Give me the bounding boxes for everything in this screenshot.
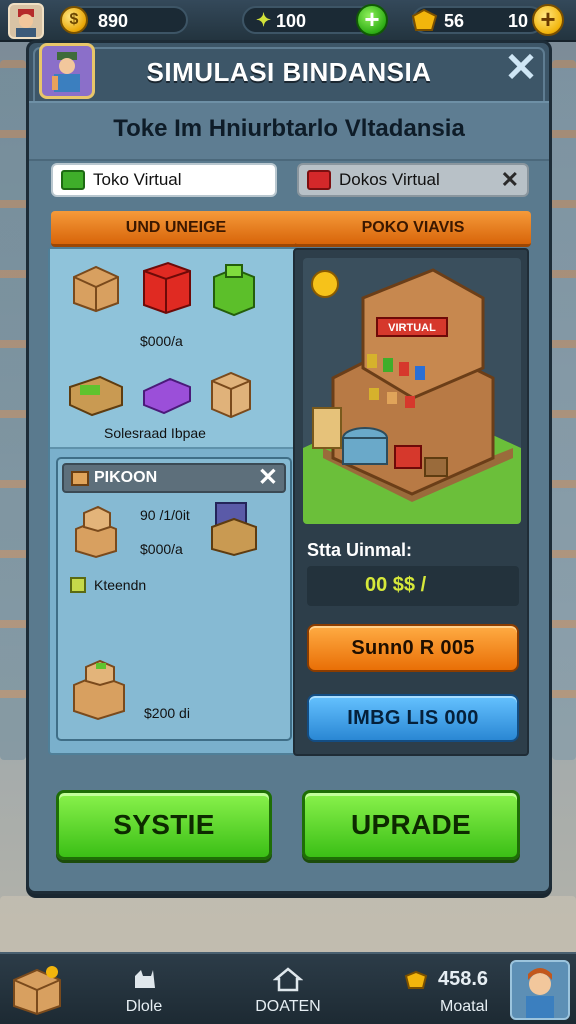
order-sub-panel: PIKOON ✕ 90 /1/0it $000/a Kteendn $200 d… (56, 457, 292, 741)
order-price: $000/a (140, 541, 183, 557)
orange-action-button[interactable]: Sunn0 R 005 (307, 624, 519, 672)
store-name-value: Toko Virtual (93, 170, 182, 189)
box-stack-icon[interactable] (68, 655, 130, 721)
top-resource-bar: $ 890 ✦ 100 + 56 10 + (0, 0, 576, 42)
order-checkbox-label: Kteendn (94, 577, 147, 593)
blue-action-button[interactable]: IMBG LIS 000 (307, 694, 519, 742)
grid-caption: Solesraad Ibpae (104, 425, 206, 441)
nav-stat: 458.6 Moatal (404, 958, 504, 1022)
clear-filter-icon[interactable]: ✕ (501, 165, 519, 195)
ticket-counter: 56 10 (411, 6, 544, 34)
shop-sign: VIRTUAL (388, 322, 436, 334)
bottom-price: $200 di (144, 705, 190, 721)
panel-subtitle: Toke Im Hniurbtarlo Vltadansia (113, 115, 465, 142)
upgrade-button[interactable]: UPRADE (302, 790, 520, 860)
stat-value: 00 $$ / (365, 574, 427, 596)
close-icon[interactable]: ✕ (258, 465, 278, 491)
coin-icon: $ (60, 6, 88, 34)
box-icon[interactable] (208, 369, 254, 419)
add-tickets-button[interactable]: + (532, 4, 564, 36)
close-panel-button[interactable]: ✕ (503, 48, 539, 88)
nav-stat-label: Moatal (440, 998, 489, 1015)
order-checkbox[interactable] (70, 577, 86, 593)
order-quantity: 90 /1/0it (140, 507, 190, 523)
green-box-icon (61, 170, 85, 190)
nav-item-dlole[interactable]: Dlole (114, 958, 174, 1022)
purple-pack-icon[interactable] (140, 373, 194, 415)
nav-label-home: DOATEN (255, 998, 321, 1015)
store-filter-value: Dokos Virtual (339, 170, 440, 189)
ticket-icon (411, 8, 438, 31)
right-column-header: POKO VIAVIS (295, 211, 531, 247)
profile-avatar[interactable] (510, 960, 570, 1020)
gem-icon: ✦ (256, 10, 272, 30)
cat-icon (135, 970, 155, 988)
gem-value: 100 (276, 11, 307, 31)
red-box-icon (307, 170, 331, 190)
coin-value: 890 (98, 11, 129, 31)
plus-icon: + (540, 4, 556, 34)
left-column-header: UND UNEIGE (51, 211, 301, 247)
ticket-value: 56 (444, 11, 465, 31)
shopkeeper-avatar-icon (16, 9, 36, 37)
background-floor (0, 896, 576, 954)
shopkeeper-avatar-icon (526, 968, 554, 1018)
box-icon[interactable] (10, 962, 64, 1016)
systie-button[interactable]: SYSTIE (56, 790, 272, 860)
store-filter-field[interactable]: Dokos Virtual ✕ (297, 163, 529, 197)
coin-counter: $ 890 (60, 6, 188, 34)
ticket-icon (404, 970, 428, 989)
order-sub-title: PIKOON (94, 469, 158, 486)
nav-stat-value: 458.6 (438, 968, 489, 990)
panel-title: SIMULASI BINDANSIA (146, 57, 432, 87)
store-name-field[interactable]: Toko Virtual (51, 163, 277, 197)
nav-item-home[interactable]: DOATEN (246, 958, 330, 1022)
order-sub-header: PIKOON ✕ (62, 463, 286, 493)
coin-icon[interactable] (311, 270, 339, 298)
background-shelf-left (0, 60, 26, 760)
green-crate-icon[interactable] (210, 263, 258, 317)
shop-preview-column: VIRTUAL Stta Uinmal: 00 $$ / Sunn0 R 005… (293, 248, 529, 756)
cash-tray-icon[interactable] (66, 371, 126, 417)
inventory-column: $000/a Solesraad Ibpae PIKOON ✕ 90 /1/0i… (48, 247, 298, 755)
box-icon (71, 471, 89, 486)
shop-illustration: VIRTUAL (303, 258, 521, 524)
add-gems-button[interactable]: + (356, 4, 388, 36)
home-icon (273, 967, 303, 992)
background-shelf-right (552, 60, 576, 760)
box-icon[interactable] (68, 263, 124, 313)
close-icon: ✕ (504, 46, 538, 90)
red-crate-icon[interactable] (140, 259, 194, 317)
mixed-crate-icon[interactable] (208, 497, 260, 557)
item-price: $000/a (140, 333, 183, 349)
level-value: 10 (508, 11, 529, 31)
nav-label-dlole: Dlole (125, 998, 163, 1015)
stat-label: Stta Uinmal: (307, 540, 413, 560)
plus-icon: + (364, 4, 380, 34)
box-stack-icon[interactable] (68, 499, 124, 559)
inventory-grid: $000/a Solesraad Ibpae (50, 249, 296, 449)
bottom-navigation: Dlole DOATEN 458.6 Moatal (0, 952, 576, 1024)
player-avatar[interactable] (8, 3, 44, 39)
